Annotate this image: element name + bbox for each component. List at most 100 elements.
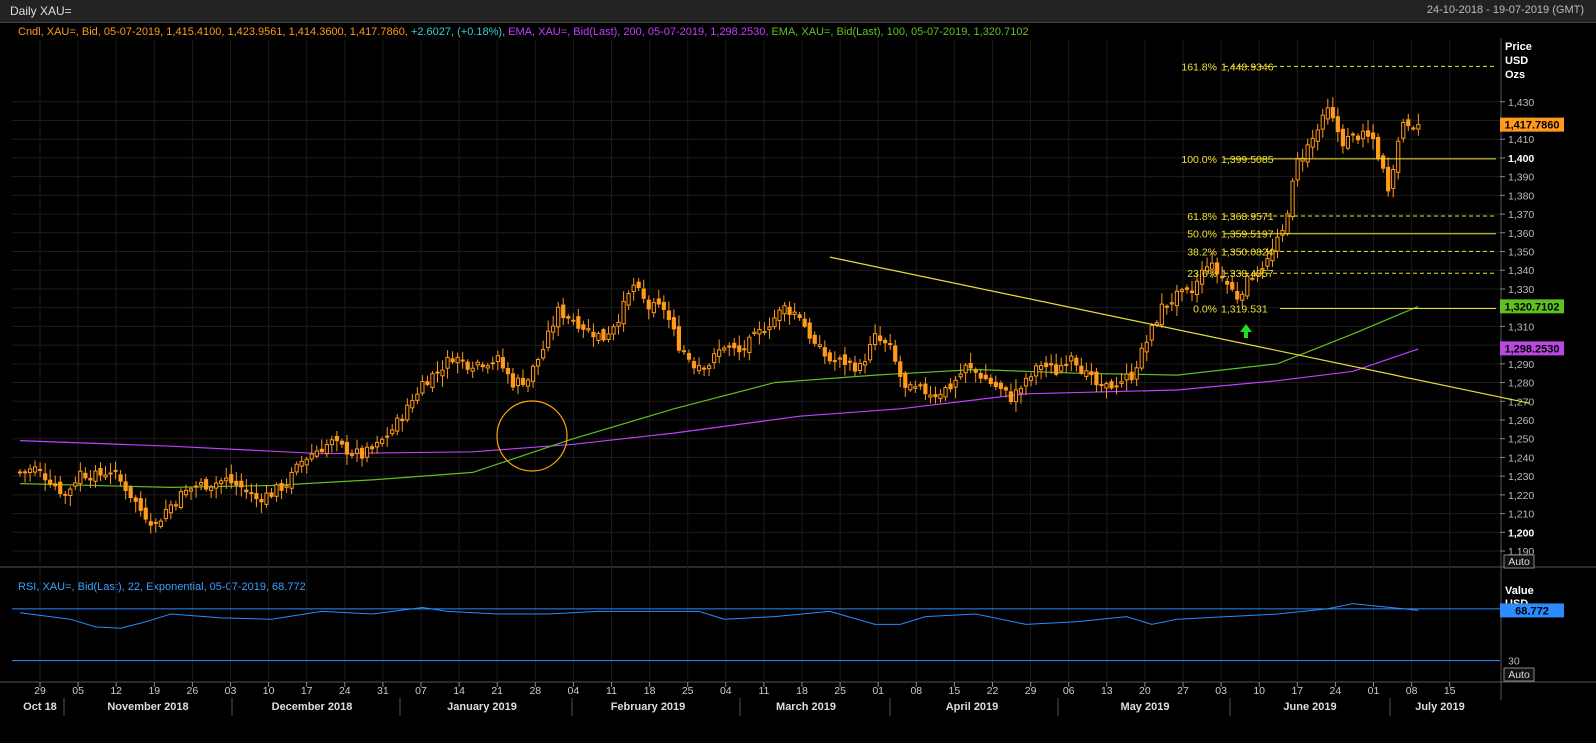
- candle-body: [133, 497, 138, 502]
- candle-body: [676, 326, 682, 351]
- candle-body: [923, 383, 928, 395]
- candle: [878, 326, 883, 346]
- candle-body: [933, 394, 938, 398]
- ema100-badge: 1,320.7102: [1504, 301, 1559, 313]
- candle-body: [204, 479, 209, 490]
- candle: [1149, 323, 1154, 347]
- candle: [1074, 354, 1079, 372]
- candle: [842, 346, 848, 376]
- candle: [817, 335, 822, 349]
- candle: [204, 476, 209, 492]
- candle-body: [571, 319, 576, 322]
- fib-value: 1,448.9346: [1221, 61, 1274, 73]
- candle: [1340, 124, 1345, 154]
- candle: [324, 439, 329, 458]
- candle: [888, 333, 893, 350]
- candle-body: [827, 352, 832, 362]
- candle-body: [651, 302, 656, 314]
- candle-body: [354, 448, 360, 454]
- fib-percent: 50.0%: [1187, 229, 1217, 241]
- y-tick-label: 1,390: [1508, 172, 1534, 184]
- candle: [616, 313, 621, 335]
- candle-body: [364, 446, 370, 458]
- candle-body: [309, 453, 314, 460]
- candle: [450, 351, 455, 365]
- candle: [943, 385, 948, 401]
- candle-body: [229, 474, 234, 484]
- x-tick-label: 29: [1025, 685, 1037, 697]
- candle-body: [440, 369, 445, 377]
- candle-body: [390, 429, 395, 435]
- candle-body: [168, 504, 174, 514]
- fib-value: 1,399.5085: [1221, 154, 1274, 166]
- candle: [244, 479, 249, 499]
- candle-body: [1275, 236, 1280, 252]
- candle: [465, 359, 470, 375]
- candle: [837, 355, 842, 368]
- candle-body: [158, 520, 163, 527]
- candle: [108, 463, 113, 485]
- candle: [1391, 164, 1396, 198]
- candle-body: [913, 386, 918, 389]
- rsi-y-tick-label: 30: [1508, 656, 1520, 668]
- x-tick-label: 13: [1101, 685, 1113, 697]
- candle: [1094, 367, 1099, 393]
- candle-body: [817, 344, 822, 347]
- candle: [1315, 123, 1320, 151]
- candle: [1144, 334, 1149, 362]
- candle-body: [1320, 114, 1325, 130]
- candle: [435, 361, 440, 383]
- candle-body: [1310, 137, 1315, 148]
- candle-body: [1069, 355, 1074, 362]
- candle: [732, 338, 737, 356]
- candle: [48, 469, 53, 488]
- candle-body: [983, 374, 988, 380]
- x-tick-label: 10: [263, 685, 275, 697]
- candle-body: [576, 316, 581, 329]
- candle: [1064, 355, 1069, 373]
- candle: [1365, 120, 1371, 144]
- candle-body: [370, 446, 375, 450]
- y-axis-title: Ozs: [1505, 69, 1525, 81]
- candle: [832, 351, 837, 371]
- candle: [807, 317, 812, 344]
- candle: [626, 290, 631, 310]
- candle-body: [420, 381, 425, 394]
- candle-body: [998, 382, 1003, 389]
- candle: [666, 301, 671, 329]
- candle-body: [561, 304, 566, 319]
- x-tick-label: 19: [148, 685, 160, 697]
- candle-body: [1406, 119, 1411, 127]
- candle: [812, 331, 817, 347]
- candle: [827, 349, 832, 365]
- candle: [143, 497, 148, 524]
- candle-body: [510, 373, 516, 388]
- candle-body: [777, 309, 782, 322]
- candle: [344, 434, 350, 465]
- y-tick-label: 1,340: [1508, 265, 1534, 277]
- fib-percent: 161.8%: [1181, 61, 1217, 73]
- candle-body: [1386, 166, 1391, 192]
- candle-body: [470, 367, 475, 372]
- candle: [1376, 133, 1381, 162]
- candle-body: [1315, 129, 1320, 142]
- candle-body: [259, 499, 264, 503]
- candle: [701, 365, 707, 377]
- candle: [294, 461, 299, 476]
- candle: [83, 467, 88, 481]
- candle-body: [596, 332, 601, 341]
- candle-body: [78, 470, 83, 485]
- x-tick-label: 03: [1215, 685, 1227, 697]
- candle: [988, 374, 993, 387]
- candle: [656, 290, 661, 308]
- x-tick-label: 11: [606, 685, 617, 697]
- candle: [234, 472, 239, 496]
- candle-body: [138, 498, 143, 511]
- candle-body: [832, 360, 837, 363]
- candle: [118, 470, 123, 487]
- candle-body: [787, 306, 792, 315]
- candle-body: [707, 365, 712, 370]
- candle-body: [173, 504, 179, 507]
- candle-body: [128, 486, 133, 498]
- candle-body: [1119, 381, 1124, 384]
